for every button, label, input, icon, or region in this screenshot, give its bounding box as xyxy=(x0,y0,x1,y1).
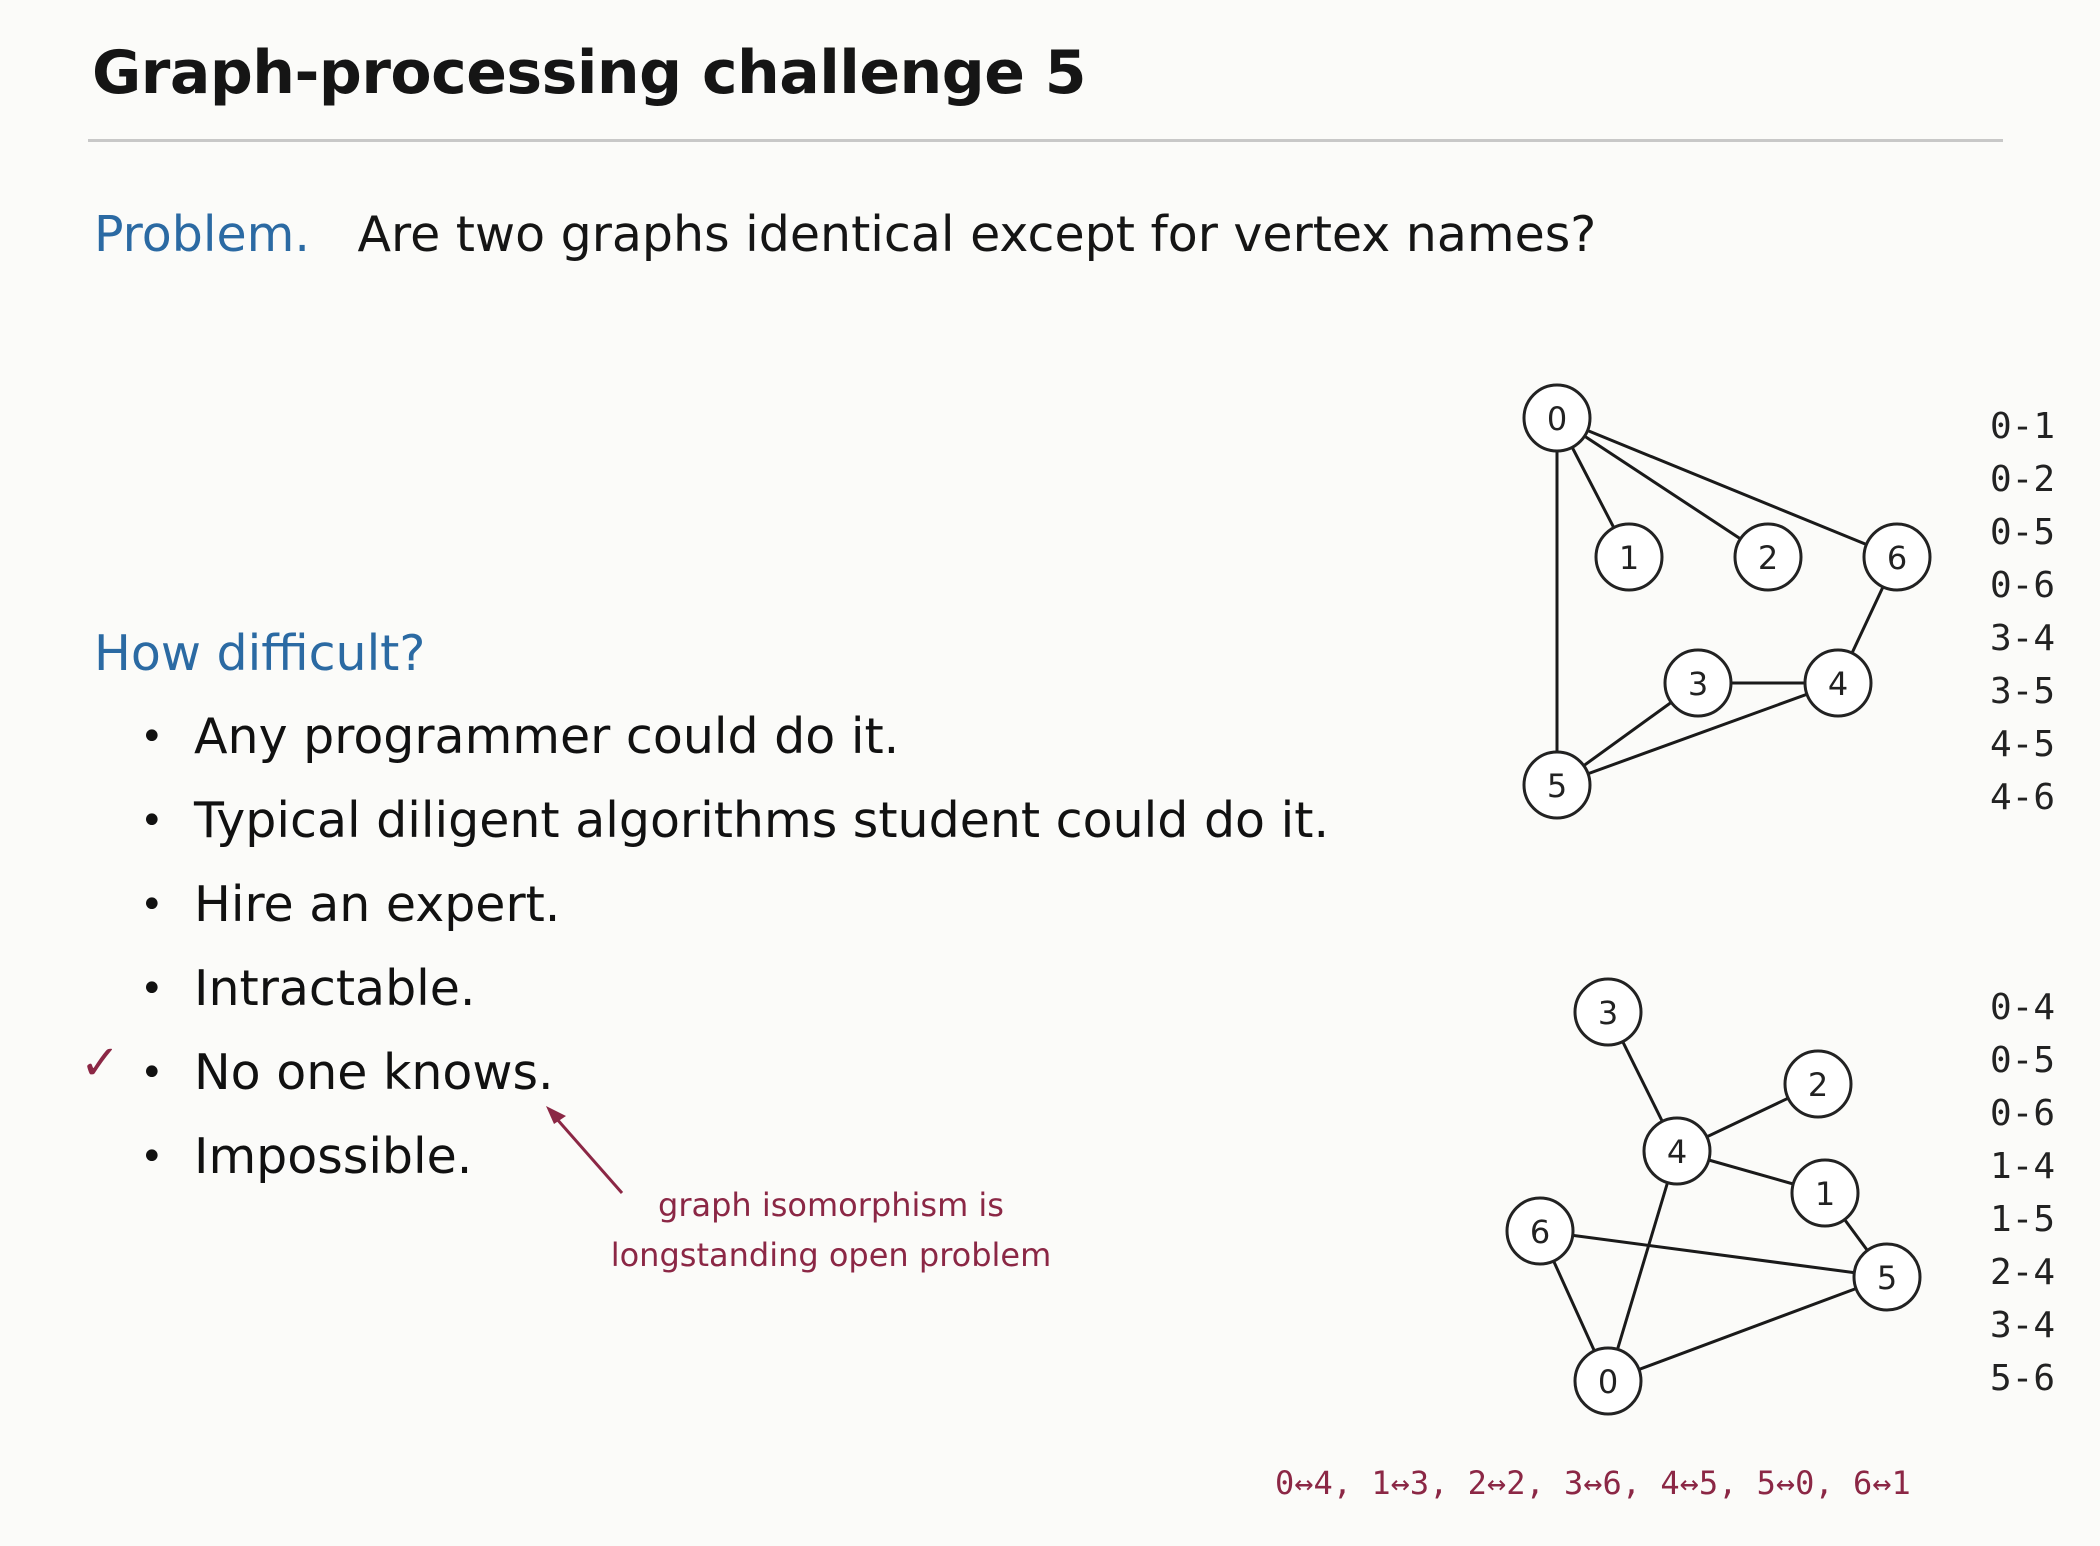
edge-list-item: 4-6 xyxy=(1990,777,2056,818)
graph-vertex: 6 xyxy=(1505,1196,1575,1266)
edge-list-item: 3-5 xyxy=(1990,671,2056,712)
graph-edge xyxy=(1539,1229,1888,1279)
vertex-label: 6 xyxy=(1887,539,1907,577)
graph-edge xyxy=(1556,416,1769,559)
vertex-label: 4 xyxy=(1828,665,1848,703)
edge-list-item: 4-5 xyxy=(1990,724,2056,765)
edge-list-item: 3-4 xyxy=(1990,1305,2056,1346)
graph-vertex: 1 xyxy=(1790,1158,1860,1228)
vertex-label: 0 xyxy=(1598,1363,1618,1401)
edge-list-item: 5-6 xyxy=(1990,1358,2056,1399)
edge-list-item: 0-4 xyxy=(1990,987,2056,1028)
arrowhead-icon xyxy=(546,1106,566,1124)
vertex-label: 4 xyxy=(1667,1133,1687,1171)
vertex-label: 3 xyxy=(1598,994,1618,1032)
graph-vertex: 3 xyxy=(1573,977,1643,1047)
edge-list-item: 0-1 xyxy=(1990,406,2056,447)
graph-vertex: 1 xyxy=(1594,522,1664,592)
vertex-mapping: 0↔4, 1↔3, 2↔2, 3↔6, 4↔5, 5↔0, 6↔1 xyxy=(1275,1464,1911,1502)
graph-vertex: 5 xyxy=(1852,1242,1922,1312)
edge-list-item: 0-6 xyxy=(1990,565,2056,606)
graph-vertex: 0 xyxy=(1522,383,1592,453)
vertex-label: 0 xyxy=(1547,400,1567,438)
edge-list-item: 0-2 xyxy=(1990,459,2056,500)
graph-vertex: 5 xyxy=(1522,750,1592,820)
graph-vertex: 3 xyxy=(1663,648,1733,718)
graph-drawings: 0 1 2 3 4 5 6 0 1 2 3 4 5 6 xyxy=(546,383,1932,1416)
graph-vertex: 6 xyxy=(1862,522,1932,592)
vertex-label: 2 xyxy=(1758,539,1778,577)
graph-vertex: 2 xyxy=(1733,522,1803,592)
graph-vertex: 2 xyxy=(1783,1049,1853,1119)
edge-list-item: 0-5 xyxy=(1990,1040,2056,1081)
graph-2: 0 1 2 3 4 5 6 xyxy=(1505,977,1922,1416)
graph-vertex: 0 xyxy=(1573,1346,1643,1416)
vertex-label: 2 xyxy=(1808,1066,1828,1104)
graph-2-edge-list: 0-4 0-5 0-6 1-4 1-5 2-4 3-4 5-6 xyxy=(1990,981,2055,1405)
annotation-arrow xyxy=(554,1117,624,1194)
vertex-label: 6 xyxy=(1530,1213,1550,1251)
graph-edge xyxy=(1606,1150,1679,1382)
edge-list-item: 1-5 xyxy=(1990,1199,2056,1240)
edge-list-item: 1-4 xyxy=(1990,1146,2056,1187)
edge-list-item: 2-4 xyxy=(1990,1252,2056,1293)
vertex-label: 3 xyxy=(1688,665,1708,703)
vertex-label: 1 xyxy=(1815,1175,1835,1213)
vertex-label: 5 xyxy=(1877,1259,1897,1297)
graph-vertex: 4 xyxy=(1642,1116,1712,1186)
vertex-label: 5 xyxy=(1547,767,1567,805)
edge-list-item: 0-5 xyxy=(1990,512,2056,553)
graph-vertex: 4 xyxy=(1803,648,1873,718)
edge-list-item: 3-4 xyxy=(1990,618,2056,659)
vertex-label: 1 xyxy=(1619,539,1639,577)
graph-1-edge-list: 0-1 0-2 0-5 0-6 3-4 3-5 4-5 4-6 xyxy=(1990,400,2055,824)
edge-list-item: 0-6 xyxy=(1990,1093,2056,1134)
graph-edge xyxy=(1607,1275,1888,1383)
graph-1: 0 1 2 3 4 5 6 xyxy=(1522,383,1932,820)
